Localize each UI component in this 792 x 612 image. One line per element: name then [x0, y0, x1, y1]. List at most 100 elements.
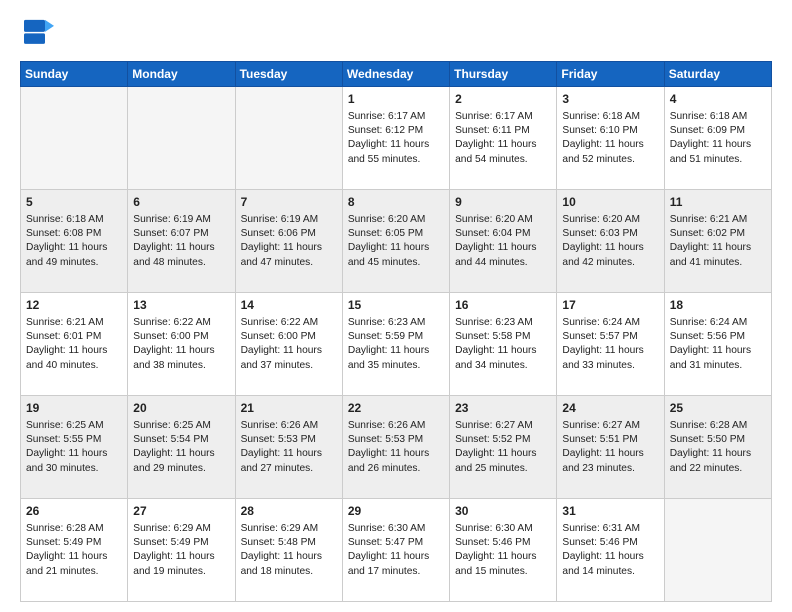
week-row-2: 5 Sunrise: 6:18 AMSunset: 6:08 PMDaylight… [21, 190, 772, 293]
day-number: 30 [455, 503, 551, 520]
calendar-cell: 28 Sunrise: 6:29 AMSunset: 5:48 PMDayligh… [235, 499, 342, 602]
day-info: Sunrise: 6:28 AMSunset: 5:50 PMDaylight:… [670, 420, 751, 474]
day-number: 9 [455, 194, 551, 211]
day-info: Sunrise: 6:29 AMSunset: 5:49 PMDaylight:… [133, 523, 214, 577]
week-row-3: 12 Sunrise: 6:21 AMSunset: 6:01 PMDayligh… [21, 293, 772, 396]
calendar-cell: 2 Sunrise: 6:17 AMSunset: 6:11 PMDaylight… [450, 87, 557, 190]
calendar-cell: 14 Sunrise: 6:22 AMSunset: 6:00 PMDayligh… [235, 293, 342, 396]
day-number: 25 [670, 400, 766, 417]
day-info: Sunrise: 6:26 AMSunset: 5:53 PMDaylight:… [241, 420, 322, 474]
weekday-header-row: SundayMondayTuesdayWednesdayThursdayFrid… [21, 62, 772, 87]
day-info: Sunrise: 6:17 AMSunset: 6:12 PMDaylight:… [348, 111, 429, 165]
day-number: 3 [562, 91, 658, 108]
calendar-cell: 5 Sunrise: 6:18 AMSunset: 6:08 PMDaylight… [21, 190, 128, 293]
calendar-cell: 22 Sunrise: 6:26 AMSunset: 5:53 PMDayligh… [342, 396, 449, 499]
weekday-header-saturday: Saturday [664, 62, 771, 87]
day-number: 16 [455, 297, 551, 314]
day-number: 12 [26, 297, 122, 314]
calendar-cell: 12 Sunrise: 6:21 AMSunset: 6:01 PMDayligh… [21, 293, 128, 396]
day-number: 29 [348, 503, 444, 520]
day-number: 22 [348, 400, 444, 417]
calendar-cell: 25 Sunrise: 6:28 AMSunset: 5:50 PMDayligh… [664, 396, 771, 499]
calendar-cell: 6 Sunrise: 6:19 AMSunset: 6:07 PMDaylight… [128, 190, 235, 293]
week-row-1: 1Sunrise: 6:17 AMSunset: 6:12 PMDaylight… [21, 87, 772, 190]
day-number: 10 [562, 194, 658, 211]
logo-icon [24, 18, 54, 48]
day-info: Sunrise: 6:26 AMSunset: 5:53 PMDaylight:… [348, 420, 429, 474]
day-info: Sunrise: 6:23 AMSunset: 5:58 PMDaylight:… [455, 317, 536, 371]
calendar-cell: 20Sunrise: 6:25 AMSunset: 5:54 PMDayligh… [128, 396, 235, 499]
calendar-cell: 31 Sunrise: 6:31 AMSunset: 5:46 PMDayligh… [557, 499, 664, 602]
day-info: Sunrise: 6:18 AMSunset: 6:08 PMDaylight:… [26, 214, 107, 268]
day-info: Sunrise: 6:30 AMSunset: 5:46 PMDaylight:… [455, 523, 536, 577]
calendar-cell [128, 87, 235, 190]
calendar-cell: 1Sunrise: 6:17 AMSunset: 6:12 PMDaylight… [342, 87, 449, 190]
day-number: 31 [562, 503, 658, 520]
day-info: Sunrise: 6:19 AMSunset: 6:07 PMDaylight:… [133, 214, 214, 268]
calendar-cell: 8 Sunrise: 6:20 AMSunset: 6:05 PMDaylight… [342, 190, 449, 293]
day-info: Sunrise: 6:24 AMSunset: 5:57 PMDaylight:… [562, 317, 643, 371]
day-number: 4 [670, 91, 766, 108]
day-number: 14 [241, 297, 337, 314]
calendar-cell: 29Sunrise: 6:30 AMSunset: 5:47 PMDayligh… [342, 499, 449, 602]
day-info: Sunrise: 6:27 AMSunset: 5:51 PMDaylight:… [562, 420, 643, 474]
calendar-cell [21, 87, 128, 190]
day-number: 15 [348, 297, 444, 314]
day-info: Sunrise: 6:21 AMSunset: 6:01 PMDaylight:… [26, 317, 107, 371]
weekday-header-tuesday: Tuesday [235, 62, 342, 87]
day-info: Sunrise: 6:17 AMSunset: 6:11 PMDaylight:… [455, 111, 536, 165]
header [20, 18, 772, 53]
day-info: Sunrise: 6:28 AMSunset: 5:49 PMDaylight:… [26, 523, 107, 577]
day-number: 20 [133, 400, 229, 417]
day-number: 13 [133, 297, 229, 314]
day-info: Sunrise: 6:18 AMSunset: 6:10 PMDaylight:… [562, 111, 643, 165]
day-number: 6 [133, 194, 229, 211]
calendar-cell: 10 Sunrise: 6:20 AMSunset: 6:03 PMDayligh… [557, 190, 664, 293]
day-number: 2 [455, 91, 551, 108]
calendar-cell: 18 Sunrise: 6:24 AMSunset: 5:56 PMDayligh… [664, 293, 771, 396]
day-info: Sunrise: 6:20 AMSunset: 6:03 PMDaylight:… [562, 214, 643, 268]
day-number: 5 [26, 194, 122, 211]
day-number: 8 [348, 194, 444, 211]
week-row-5: 26 Sunrise: 6:28 AMSunset: 5:49 PMDayligh… [21, 499, 772, 602]
calendar-cell: 19Sunrise: 6:25 AMSunset: 5:55 PMDayligh… [21, 396, 128, 499]
day-number: 24 [562, 400, 658, 417]
day-number: 7 [241, 194, 337, 211]
calendar-cell: 24 Sunrise: 6:27 AMSunset: 5:51 PMDayligh… [557, 396, 664, 499]
calendar-table: SundayMondayTuesdayWednesdayThursdayFrid… [20, 61, 772, 602]
day-info: Sunrise: 6:21 AMSunset: 6:02 PMDaylight:… [670, 214, 751, 268]
calendar-cell: 7Sunrise: 6:19 AMSunset: 6:06 PMDaylight… [235, 190, 342, 293]
weekday-header-friday: Friday [557, 62, 664, 87]
day-number: 28 [241, 503, 337, 520]
day-number: 18 [670, 297, 766, 314]
calendar-cell: 23 Sunrise: 6:27 AMSunset: 5:52 PMDayligh… [450, 396, 557, 499]
day-number: 26 [26, 503, 122, 520]
day-info: Sunrise: 6:22 AMSunset: 6:00 PMDaylight:… [133, 317, 214, 371]
day-info: Sunrise: 6:20 AMSunset: 6:04 PMDaylight:… [455, 214, 536, 268]
weekday-header-wednesday: Wednesday [342, 62, 449, 87]
day-info: Sunrise: 6:24 AMSunset: 5:56 PMDaylight:… [670, 317, 751, 371]
weekday-header-monday: Monday [128, 62, 235, 87]
logo [20, 18, 58, 53]
day-number: 11 [670, 194, 766, 211]
day-info: Sunrise: 6:25 AMSunset: 5:55 PMDaylight:… [26, 420, 107, 474]
calendar-cell: 4Sunrise: 6:18 AMSunset: 6:09 PMDaylight… [664, 87, 771, 190]
day-info: Sunrise: 6:31 AMSunset: 5:46 PMDaylight:… [562, 523, 643, 577]
calendar-cell: 21Sunrise: 6:26 AMSunset: 5:53 PMDayligh… [235, 396, 342, 499]
day-number: 23 [455, 400, 551, 417]
calendar-cell: 3 Sunrise: 6:18 AMSunset: 6:10 PMDaylight… [557, 87, 664, 190]
calendar-cell [235, 87, 342, 190]
day-number: 17 [562, 297, 658, 314]
day-number: 27 [133, 503, 229, 520]
calendar-cell: 17 Sunrise: 6:24 AMSunset: 5:57 PMDayligh… [557, 293, 664, 396]
calendar-cell: 13 Sunrise: 6:22 AMSunset: 6:00 PMDayligh… [128, 293, 235, 396]
day-info: Sunrise: 6:22 AMSunset: 6:00 PMDaylight:… [241, 317, 322, 371]
calendar-cell: 27 Sunrise: 6:29 AMSunset: 5:49 PMDayligh… [128, 499, 235, 602]
calendar-cell [664, 499, 771, 602]
page: SundayMondayTuesdayWednesdayThursdayFrid… [0, 0, 792, 612]
calendar-cell: 15Sunrise: 6:23 AMSunset: 5:59 PMDayligh… [342, 293, 449, 396]
day-info: Sunrise: 6:29 AMSunset: 5:48 PMDaylight:… [241, 523, 322, 577]
weekday-header-thursday: Thursday [450, 62, 557, 87]
day-info: Sunrise: 6:20 AMSunset: 6:05 PMDaylight:… [348, 214, 429, 268]
day-info: Sunrise: 6:27 AMSunset: 5:52 PMDaylight:… [455, 420, 536, 474]
